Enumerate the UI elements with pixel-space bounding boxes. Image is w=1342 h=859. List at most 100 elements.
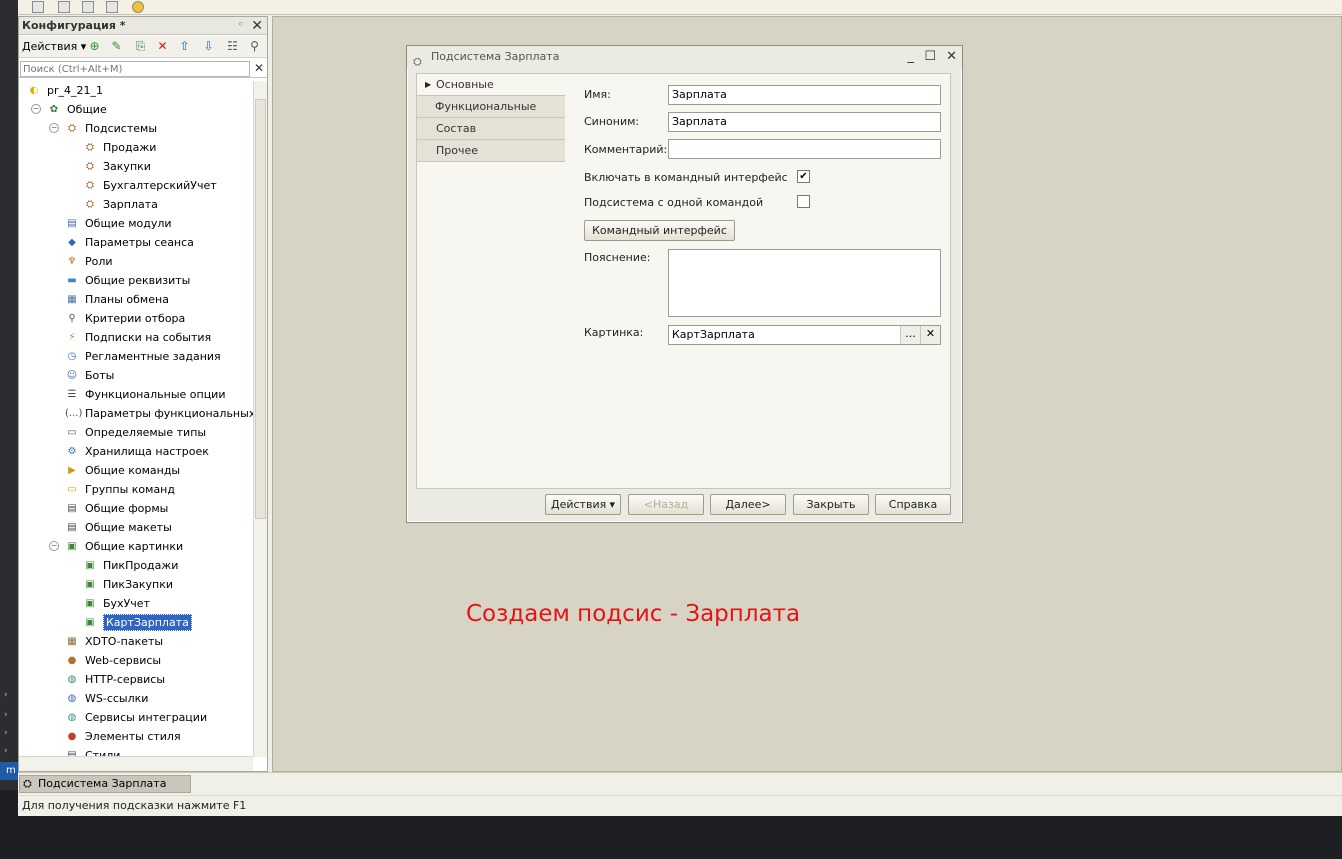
minimize-icon[interactable]: _	[908, 46, 915, 68]
configuration-panel: Конфигурация * ᵒ ✕ Действия ▾ ⊕ ✎ ⎘ ✕ ⇧ …	[18, 16, 268, 772]
collapse-toggle-icon[interactable]: −	[49, 541, 59, 551]
tree-item[interactable]: ⛭ БухгалтерскийУчет	[83, 176, 217, 195]
tree-item[interactable]: ⚙ Хранилища настроек	[65, 442, 209, 461]
collapse-toggle-icon[interactable]: −	[49, 123, 59, 133]
tree-item[interactable]: ▭ Определяемые типы	[65, 423, 206, 442]
next-button[interactable]: Далее>	[710, 494, 786, 515]
pin-icon[interactable]: ᵒ	[238, 17, 243, 35]
tree-item[interactable]: ☰ Функциональные опции	[65, 385, 226, 404]
clear-picture-button[interactable]: ✕	[920, 326, 940, 344]
tree-item[interactable]: ▭ Группы команд	[65, 480, 175, 499]
collapse-toggle-icon[interactable]: −	[31, 104, 41, 114]
desktop-background	[0, 816, 1342, 859]
search-input[interactable]	[20, 61, 250, 77]
tree-item-label: Общие реквизиты	[85, 274, 191, 287]
tree-item[interactable]: ◍ WS-ссылки	[65, 689, 149, 708]
move-up-icon[interactable]: ⇧	[177, 39, 192, 54]
back-button[interactable]: <Назад	[628, 494, 704, 515]
picture-icon: ▣	[85, 598, 95, 609]
tree-item[interactable]: ● Web-сервисы	[65, 651, 162, 670]
include-in-interface-checkbox[interactable]: ✔	[797, 170, 810, 183]
tree-item[interactable]: ▣ КартЗарплата	[83, 613, 192, 632]
chevron-right-icon: ›	[4, 690, 8, 700]
dialog-titlebar: ⛭ Подсистема Зарплата _ ☐ ✕	[407, 46, 962, 68]
tab-functional-options[interactable]: Функциональные опции	[417, 96, 565, 135]
help-button[interactable]: Справка	[875, 494, 951, 515]
horizontal-scrollbar[interactable]	[19, 756, 253, 771]
tree-item[interactable]: − ▣ Общие картинки	[49, 537, 183, 556]
synonym-label: Синоним:	[584, 115, 640, 128]
tree-item[interactable]: ▤ Общие формы	[65, 499, 168, 518]
session-params-icon: ◆	[68, 237, 76, 248]
panel-title-text: Конфигурация *	[22, 19, 126, 32]
vertical-scrollbar[interactable]	[253, 81, 267, 757]
tree-item[interactable]: ▦ XDTO-пакеты	[65, 632, 163, 651]
edit-icon[interactable]: ✎	[109, 39, 124, 54]
move-down-icon[interactable]: ⇩	[201, 39, 216, 54]
dialog-actions-menu[interactable]: Действия ▾	[545, 494, 621, 515]
tab-other[interactable]: Прочее	[417, 140, 565, 162]
tree-item[interactable]: ♆ Роли	[65, 252, 113, 271]
include-in-interface-label: Включать в командный интерфейс	[584, 171, 788, 184]
tree-item-label: БухУчет	[103, 597, 150, 610]
taskbar-item-subsystem[interactable]: ⛭ Подсистема Зарплата	[19, 775, 191, 793]
tree-item[interactable]: ▣ БухУчет	[83, 594, 150, 613]
toolbar-icon[interactable]	[106, 1, 118, 13]
tree-item[interactable]: ▣ ПикПродажи	[83, 556, 178, 575]
tree-item[interactable]: ⛭ Зарплата	[83, 195, 158, 214]
functional-options-icon: ☰	[67, 389, 77, 400]
tree-item[interactable]: − ✿ Общие	[31, 100, 107, 119]
tree-item[interactable]: ☺ Боты	[65, 366, 115, 385]
pick-picture-button[interactable]: ...	[900, 326, 920, 344]
copy-icon[interactable]: ⎘	[133, 39, 148, 54]
tree-item[interactable]: ◍ HTTP-сервисы	[65, 670, 165, 689]
command-interface-button[interactable]: Командный интерфейс	[584, 220, 735, 241]
tree-item[interactable]: − ⛭ Подсистемы	[49, 119, 157, 138]
comment-input[interactable]	[668, 139, 941, 159]
actions-menu[interactable]: Действия ▾	[22, 40, 86, 53]
toolbar-icon[interactable]	[58, 1, 70, 13]
tree-item[interactable]: ▶ Общие команды	[65, 461, 180, 480]
close-icon[interactable]: ✕	[251, 17, 263, 35]
run-icon[interactable]	[132, 1, 144, 13]
sort-icon[interactable]: ☷	[225, 39, 240, 54]
name-input[interactable]: Зарплата	[668, 85, 941, 105]
scrollbar-thumb[interactable]	[255, 99, 266, 519]
tree-item[interactable]: ▤ Общие макеты	[65, 518, 172, 537]
tree-item[interactable]: ◷ Регламентные задания	[65, 347, 221, 366]
tree-item[interactable]: ◆ Параметры сеанса	[65, 233, 194, 252]
tree-item[interactable]: ◍ Сервисы интеграции	[65, 708, 207, 727]
explanation-textarea[interactable]	[668, 249, 941, 317]
add-icon[interactable]: ⊕	[87, 39, 102, 54]
tab-content[interactable]: Состав	[417, 118, 565, 140]
maximize-icon[interactable]: ☐	[924, 46, 936, 68]
close-icon[interactable]: ✕	[946, 46, 957, 68]
tree-item[interactable]: ◐ pr_4_21_1	[27, 81, 103, 100]
exchange-plans-icon: ▦	[67, 294, 77, 305]
xdto-icon: ▦	[67, 636, 77, 647]
tab-main[interactable]: ▶ Основные	[417, 74, 565, 96]
tree-item-label: Критерии отбора	[85, 312, 186, 325]
tree-item[interactable]: ▦ Планы обмена	[65, 290, 169, 309]
tree-item[interactable]: ⛭ Закупки	[83, 157, 151, 176]
tree-item[interactable]: ⚡ Подписки на события	[65, 328, 211, 347]
tree-item[interactable]: ● Элементы стиля	[65, 727, 181, 746]
toolbar-icon[interactable]	[32, 1, 44, 13]
picture-field[interactable]: КартЗарплата ... ✕	[668, 325, 941, 345]
delete-icon[interactable]: ✕	[155, 39, 170, 54]
tree-item[interactable]: ▣ ПикЗакупки	[83, 575, 173, 594]
tree-item-label: ПикЗакупки	[103, 578, 173, 591]
synonym-input[interactable]: Зарплата	[668, 112, 941, 132]
filter-icon[interactable]: ⚲	[247, 39, 262, 54]
tree-item[interactable]: ⚲ Критерии отбора	[65, 309, 185, 328]
clear-search-icon[interactable]: ✕	[254, 61, 264, 75]
tree-item[interactable]: ▬ Общие реквизиты	[65, 271, 190, 290]
tree-item[interactable]: ▤ Общие модули	[65, 214, 171, 233]
tree-item[interactable]: ⛭ Продажи	[83, 138, 156, 157]
toolbar-icon[interactable]	[82, 1, 94, 13]
search-bar: ✕	[19, 60, 267, 78]
tree-item[interactable]: (...)Параметры функциональных опц	[65, 404, 253, 423]
single-command-checkbox[interactable]	[797, 195, 810, 208]
picture-icon: ▣	[85, 560, 95, 571]
close-button[interactable]: Закрыть	[793, 494, 869, 515]
